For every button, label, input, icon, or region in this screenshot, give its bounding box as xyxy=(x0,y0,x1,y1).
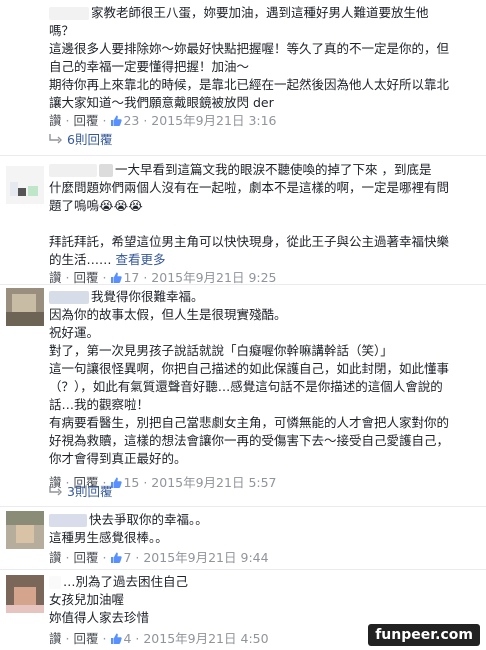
commenter-name[interactable] xyxy=(49,164,97,177)
timestamp[interactable]: 2015年9月21日 9:44 xyxy=(143,550,268,565)
separator: · xyxy=(102,270,107,285)
comment-text-line: 讓大家知道～我們願意戴眼鏡被放閃 der xyxy=(49,95,274,110)
divider xyxy=(0,155,486,156)
like-button[interactable]: 讚 xyxy=(49,631,62,646)
comment-actions: 讚 · 回覆 · 15 · 2015年9月21日 5:57 xyxy=(49,474,480,492)
comment-text-line: 這種男生感覺很棒。。 xyxy=(49,530,168,545)
timestamp[interactable]: 2015年9月21日 5:57 xyxy=(151,475,276,490)
commenter-name[interactable] xyxy=(49,514,87,527)
comment-text-line: 快去爭取你的幸福。。 xyxy=(49,511,480,529)
thumbs-up-icon xyxy=(111,272,123,283)
comment-actions: 讚 · 回覆 · 23 · 2015年9月21日 3:16 xyxy=(49,112,480,130)
replies-label: 3則回覆 xyxy=(67,484,113,499)
comment-text-line: 因為你的故事太假，但人生是很現實殘酷。 xyxy=(49,307,287,322)
like-count[interactable]: 7 xyxy=(123,550,131,565)
commenter-name[interactable] xyxy=(49,291,89,304)
view-replies-link[interactable]: 6則回覆 xyxy=(49,131,112,149)
comment-text-line: 對了，第一次見男孩子說話就說「白癡喔你幹嘛講幹話（笑）」 xyxy=(49,343,393,358)
reply-button[interactable]: 回覆 xyxy=(73,270,98,285)
avatar[interactable] xyxy=(6,575,44,613)
like-count[interactable]: 17 xyxy=(123,270,139,285)
reply-button[interactable]: 回覆 xyxy=(73,113,98,128)
avatar[interactable] xyxy=(6,166,44,204)
reply-button[interactable]: 回覆 xyxy=(73,550,98,565)
divider xyxy=(0,506,486,507)
like-button[interactable]: 讚 xyxy=(49,550,62,565)
separator: · xyxy=(65,270,70,285)
comment-text-line: 這邊很多人要排除妳～妳最好快點把握喔！等久了真的不一定是你的，但 xyxy=(49,41,450,56)
like-count[interactable]: 23 xyxy=(123,113,139,128)
divider xyxy=(0,284,486,285)
comment-text-line: 期待你再上來靠北的時候，是靠北已經在一起然後因為他人太好所以靠北 xyxy=(49,77,450,92)
divider xyxy=(0,569,486,570)
separator: · xyxy=(65,113,70,128)
like-button[interactable]: 讚 xyxy=(49,113,62,128)
separator: · xyxy=(102,113,107,128)
avatar[interactable] xyxy=(6,288,44,326)
comment-text-line: 你才會得到真正最好的。 xyxy=(49,451,187,466)
separator: · xyxy=(135,631,140,646)
timestamp[interactable]: 2015年9月21日 3:16 xyxy=(151,113,276,128)
comment-text-line: 拜託拜託，希望這位男主角可以快快現身，從此王子與公主過著幸福快樂 xyxy=(49,234,450,249)
reply-arrow-icon xyxy=(49,486,62,496)
comment-text-line: 這一句讓很怪異啊，你把自己描述的如此保護自己，如此封閉，如此懂事 xyxy=(49,361,450,376)
comment-text-line: 有病要看醫生，別把自己當悲劇女主角，可憐無能的人才會把人家對你的 xyxy=(49,415,450,430)
comment-text-line xyxy=(49,215,480,233)
comment-actions: 讚 · 回覆 · 7 · 2015年9月21日 9:44 xyxy=(49,549,480,567)
comment-text-line: 嗎？ xyxy=(49,23,75,38)
comment-text-line: …別為了過去困住自己 xyxy=(49,573,480,591)
like-count[interactable]: 4 xyxy=(123,631,131,646)
watermark-logo: funpeer.com xyxy=(368,624,480,646)
thumbs-up-icon xyxy=(111,552,123,563)
reply-arrow-icon xyxy=(49,134,62,144)
separator: · xyxy=(135,550,140,565)
commenter-name[interactable] xyxy=(49,576,61,589)
separator: · xyxy=(143,113,148,128)
like-button[interactable]: 讚 xyxy=(49,270,62,285)
comment-text-line: 祝好運。 xyxy=(49,325,100,340)
replies-label: 6則回覆 xyxy=(67,132,113,147)
timestamp[interactable]: 2015年9月21日 9:25 xyxy=(151,270,276,285)
comment-text-line: 一大早看到這篇文我的眼淚不聽使喚的掉了下來 ，到底是 xyxy=(49,161,480,179)
comment-text-line: 話…我的觀察啦！ xyxy=(49,397,150,412)
separator: · xyxy=(65,631,70,646)
comment-text-line: 自己的幸福一定要懂得把握！加油～ xyxy=(49,59,250,74)
like-count[interactable]: 15 xyxy=(123,475,139,490)
comment-text-line: 什麼問題妳們兩個人沒有在一起啦，劇本不是這樣的啊，一定是哪裡有問 xyxy=(49,180,450,195)
timestamp[interactable]: 2015年9月21日 4:50 xyxy=(143,631,268,646)
thumbs-up-icon xyxy=(111,633,123,644)
commenter-name[interactable] xyxy=(49,7,89,20)
comment-text-line: 好視為救贖，這樣的想法會讓你一再的受傷害下去～接受自己愛護自己， xyxy=(49,433,450,448)
comment-text-line: 家教老師很王八蛋，妳要加油，遇到這種好男人難道要放生他 xyxy=(49,4,480,22)
comment-text-line: 女孩兒加油喔 xyxy=(49,592,125,607)
separator: · xyxy=(102,631,107,646)
separator: · xyxy=(143,475,148,490)
reply-button[interactable]: 回覆 xyxy=(73,631,98,646)
comment-text-line: （？），如此有氣質還聲音好聽…感覺這句話不是你描述的這個人會說的 xyxy=(49,379,443,394)
view-replies-link[interactable]: 3則回覆 xyxy=(49,483,112,501)
separator: · xyxy=(143,270,148,285)
see-more-link[interactable]: 查看更多 xyxy=(116,252,166,267)
comment-text-line: 我覺得你很難幸福。 xyxy=(49,288,480,306)
avatar[interactable] xyxy=(6,511,44,549)
comment-text-line: 的生活…… 查看更多 xyxy=(49,252,166,267)
comment-text-line: 題了嗚嗚😭😭😭 xyxy=(49,198,143,213)
separator: · xyxy=(102,550,107,565)
thumbs-up-icon xyxy=(111,115,123,126)
separator: · xyxy=(65,550,70,565)
